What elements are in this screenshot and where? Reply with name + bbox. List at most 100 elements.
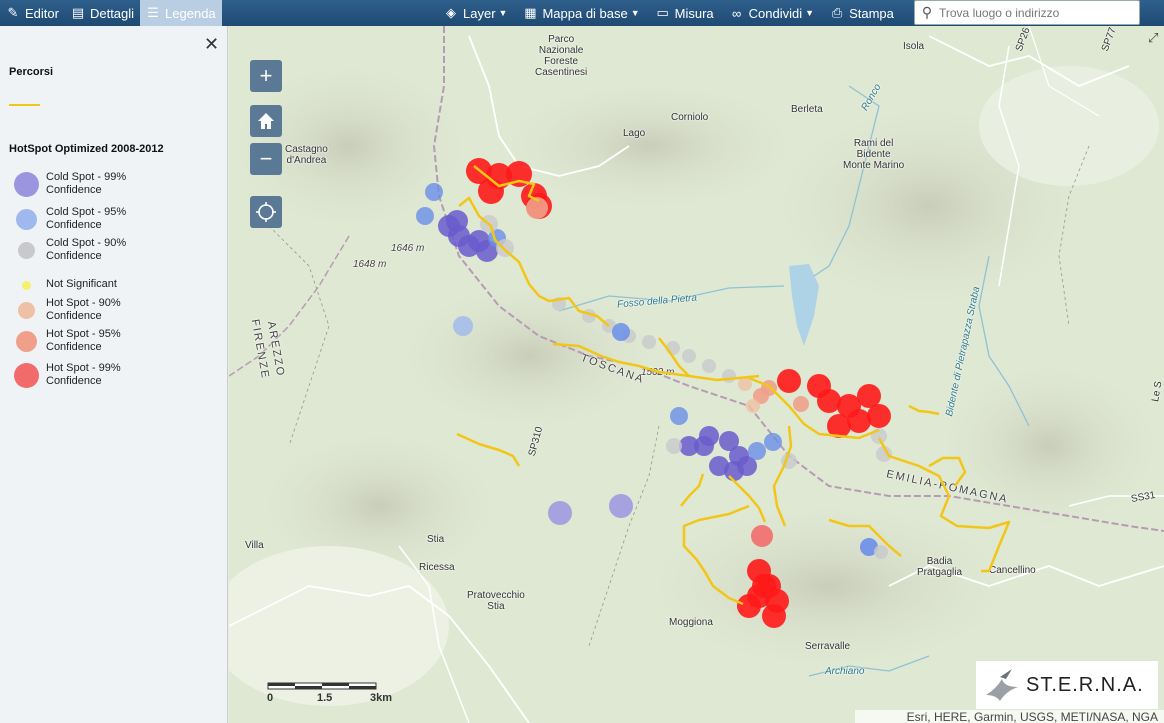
coldspot-95-point[interactable]	[453, 316, 473, 336]
zoom-out-button[interactable]: −	[250, 143, 282, 175]
hotspot-95-point[interactable]	[793, 396, 809, 412]
minus-icon: −	[259, 146, 273, 171]
legend-item: Hot Spot - 99% Confidence	[0, 362, 228, 392]
legend-swatch	[17, 241, 35, 259]
legend-label-line2: Confidence	[46, 250, 102, 262]
coldspot-95-point[interactable]	[748, 442, 766, 460]
route-path[interactable]	[928, 456, 967, 487]
legend-label-line1: Cold Spot - 90%	[46, 237, 127, 249]
hotspot-99-point[interactable]	[867, 404, 891, 428]
coldspot-90-point[interactable]	[702, 359, 716, 373]
hotspot-90-point[interactable]	[746, 399, 760, 413]
layers-icon: ◈	[446, 5, 456, 20]
coldspot-95-point[interactable]	[764, 433, 782, 451]
plus-icon: +	[259, 63, 273, 88]
legend-swatch	[15, 330, 37, 352]
chevron-down-icon: ▼	[498, 8, 508, 18]
coldspot-90-point[interactable]	[642, 335, 656, 349]
legend-panel: ✕ Percorsi HotSpot Optimized 2008-2012 C…	[0, 26, 228, 723]
zoom-in-button[interactable]: +	[250, 60, 282, 92]
printer-icon: ⎙	[831, 5, 843, 20]
legend-label-line1: Hot Spot - 99%	[46, 362, 121, 374]
legend-label: Not Significant	[46, 278, 117, 291]
scale-label-mid: 1.5	[317, 692, 333, 704]
legend-label: Cold Spot - 99% Confidence	[46, 171, 126, 197]
details-button[interactable]: ▤ Dettagli	[65, 0, 140, 26]
tern-bird-icon	[986, 669, 1018, 701]
coldspot-95-point[interactable]	[425, 183, 443, 201]
coldspot-95-point[interactable]	[416, 207, 434, 225]
route-path[interactable]	[682, 504, 750, 606]
list-icon: ☰	[147, 5, 159, 20]
coldspot-95-point[interactable]	[670, 407, 688, 425]
legend-label-line1: Not Significant	[46, 278, 117, 290]
legend-label-line1: Cold Spot - 95%	[46, 206, 127, 218]
route-path[interactable]	[680, 473, 705, 507]
hotspot-overlay	[416, 158, 1011, 628]
home-button[interactable]	[250, 105, 282, 137]
locate-button[interactable]	[250, 196, 282, 228]
legend-item: Hot Spot - 95% Confidence	[0, 328, 228, 358]
search-box[interactable]: ⚲ Trova luogo o indirizzo	[914, 0, 1140, 25]
print-button[interactable]: ⎙ Stampa	[822, 0, 902, 26]
legend-swatch	[17, 301, 35, 319]
hotspot-99-point[interactable]	[762, 604, 786, 628]
legend-label-line2: Confidence	[46, 341, 102, 353]
routes-line-swatch	[9, 104, 40, 106]
route-path[interactable]	[728, 475, 767, 523]
legend-label: Cold Spot - 90% Confidence	[46, 237, 126, 263]
coldspot-99-point[interactable]	[548, 501, 572, 525]
legend-label: Hot Spot - 90% Confidence	[46, 297, 121, 323]
legend-label-line2: Confidence	[46, 219, 102, 231]
hotspot-95-point[interactable]	[751, 525, 773, 547]
editor-button[interactable]: ✎ Editor	[0, 0, 65, 26]
hotspot-title: HotSpot Optimized 2008-2012	[9, 143, 164, 155]
locate-icon	[256, 202, 276, 222]
pencil-icon: ✎	[7, 5, 19, 20]
close-icon[interactable]: ✕	[204, 34, 219, 55]
hotspot-99-point[interactable]	[737, 594, 761, 618]
scale-label-end: 3km	[370, 692, 393, 704]
hotspot-99-point[interactable]	[752, 574, 776, 598]
coldspot-99-point[interactable]	[446, 210, 468, 232]
search-icon: ⚲	[921, 4, 933, 20]
coldspot-90-point[interactable]	[666, 438, 682, 454]
legend-item: Cold Spot - 99% Confidence	[0, 171, 228, 201]
expand-icon[interactable]: ⤢	[1148, 30, 1158, 46]
basemap-button[interactable]: ▦ Mappa di base ▼	[515, 0, 647, 26]
legend-label-line2: Confidence	[46, 310, 102, 322]
legend-button[interactable]: ☰ Legenda	[140, 0, 222, 26]
hotspot-99-point[interactable]	[777, 369, 801, 393]
layer-button[interactable]: ◈ Layer ▼	[436, 0, 515, 26]
legend-label-line1: Hot Spot - 90%	[46, 297, 121, 309]
hotspot-99-point[interactable]	[847, 409, 871, 433]
coldspot-90-point[interactable]	[722, 369, 736, 383]
link-icon: ∞	[732, 5, 742, 21]
hotspot-99-point[interactable]	[817, 389, 841, 413]
measure-button[interactable]: ▭ Misura	[648, 0, 722, 26]
legend-swatch	[13, 362, 39, 388]
chevron-down-icon: ▼	[630, 8, 640, 18]
document-icon: ▤	[71, 5, 85, 20]
legend-label-line2: Confidence	[46, 375, 102, 387]
legend-label: Hot Spot - 99% Confidence	[46, 362, 121, 388]
share-button[interactable]: ∞ Condividi ▼	[722, 0, 822, 26]
ruler-icon: ▭	[656, 5, 669, 20]
legend-item: Cold Spot - 95% Confidence	[0, 206, 228, 236]
coldspot-95-point[interactable]	[612, 323, 630, 341]
coldspot-99-point[interactable]	[609, 494, 633, 518]
hotspot-99-point[interactable]	[478, 178, 504, 204]
route-path[interactable]	[908, 404, 940, 416]
chevron-down-icon: ▼	[805, 8, 815, 18]
legend-swatch	[21, 280, 31, 290]
legend-label: Hot Spot - 95% Confidence	[46, 328, 121, 354]
coldspot-90-point[interactable]	[682, 349, 696, 363]
legend-label-line2: Confidence	[46, 184, 102, 196]
route-path[interactable]	[456, 432, 521, 467]
map-view[interactable]: Parco Nazionale Foreste Casentinesi Isol…	[229, 26, 1164, 723]
top-toolbar: ✎ Editor ▤ Dettagli ☰ Legenda ◈ Layer ▼ ▦…	[0, 0, 1164, 26]
legend-label-line1: Cold Spot - 99%	[46, 171, 127, 183]
legend-label: Cold Spot - 95% Confidence	[46, 206, 126, 232]
legend-swatch	[15, 208, 37, 230]
coldspot-90-point[interactable]	[874, 545, 888, 559]
